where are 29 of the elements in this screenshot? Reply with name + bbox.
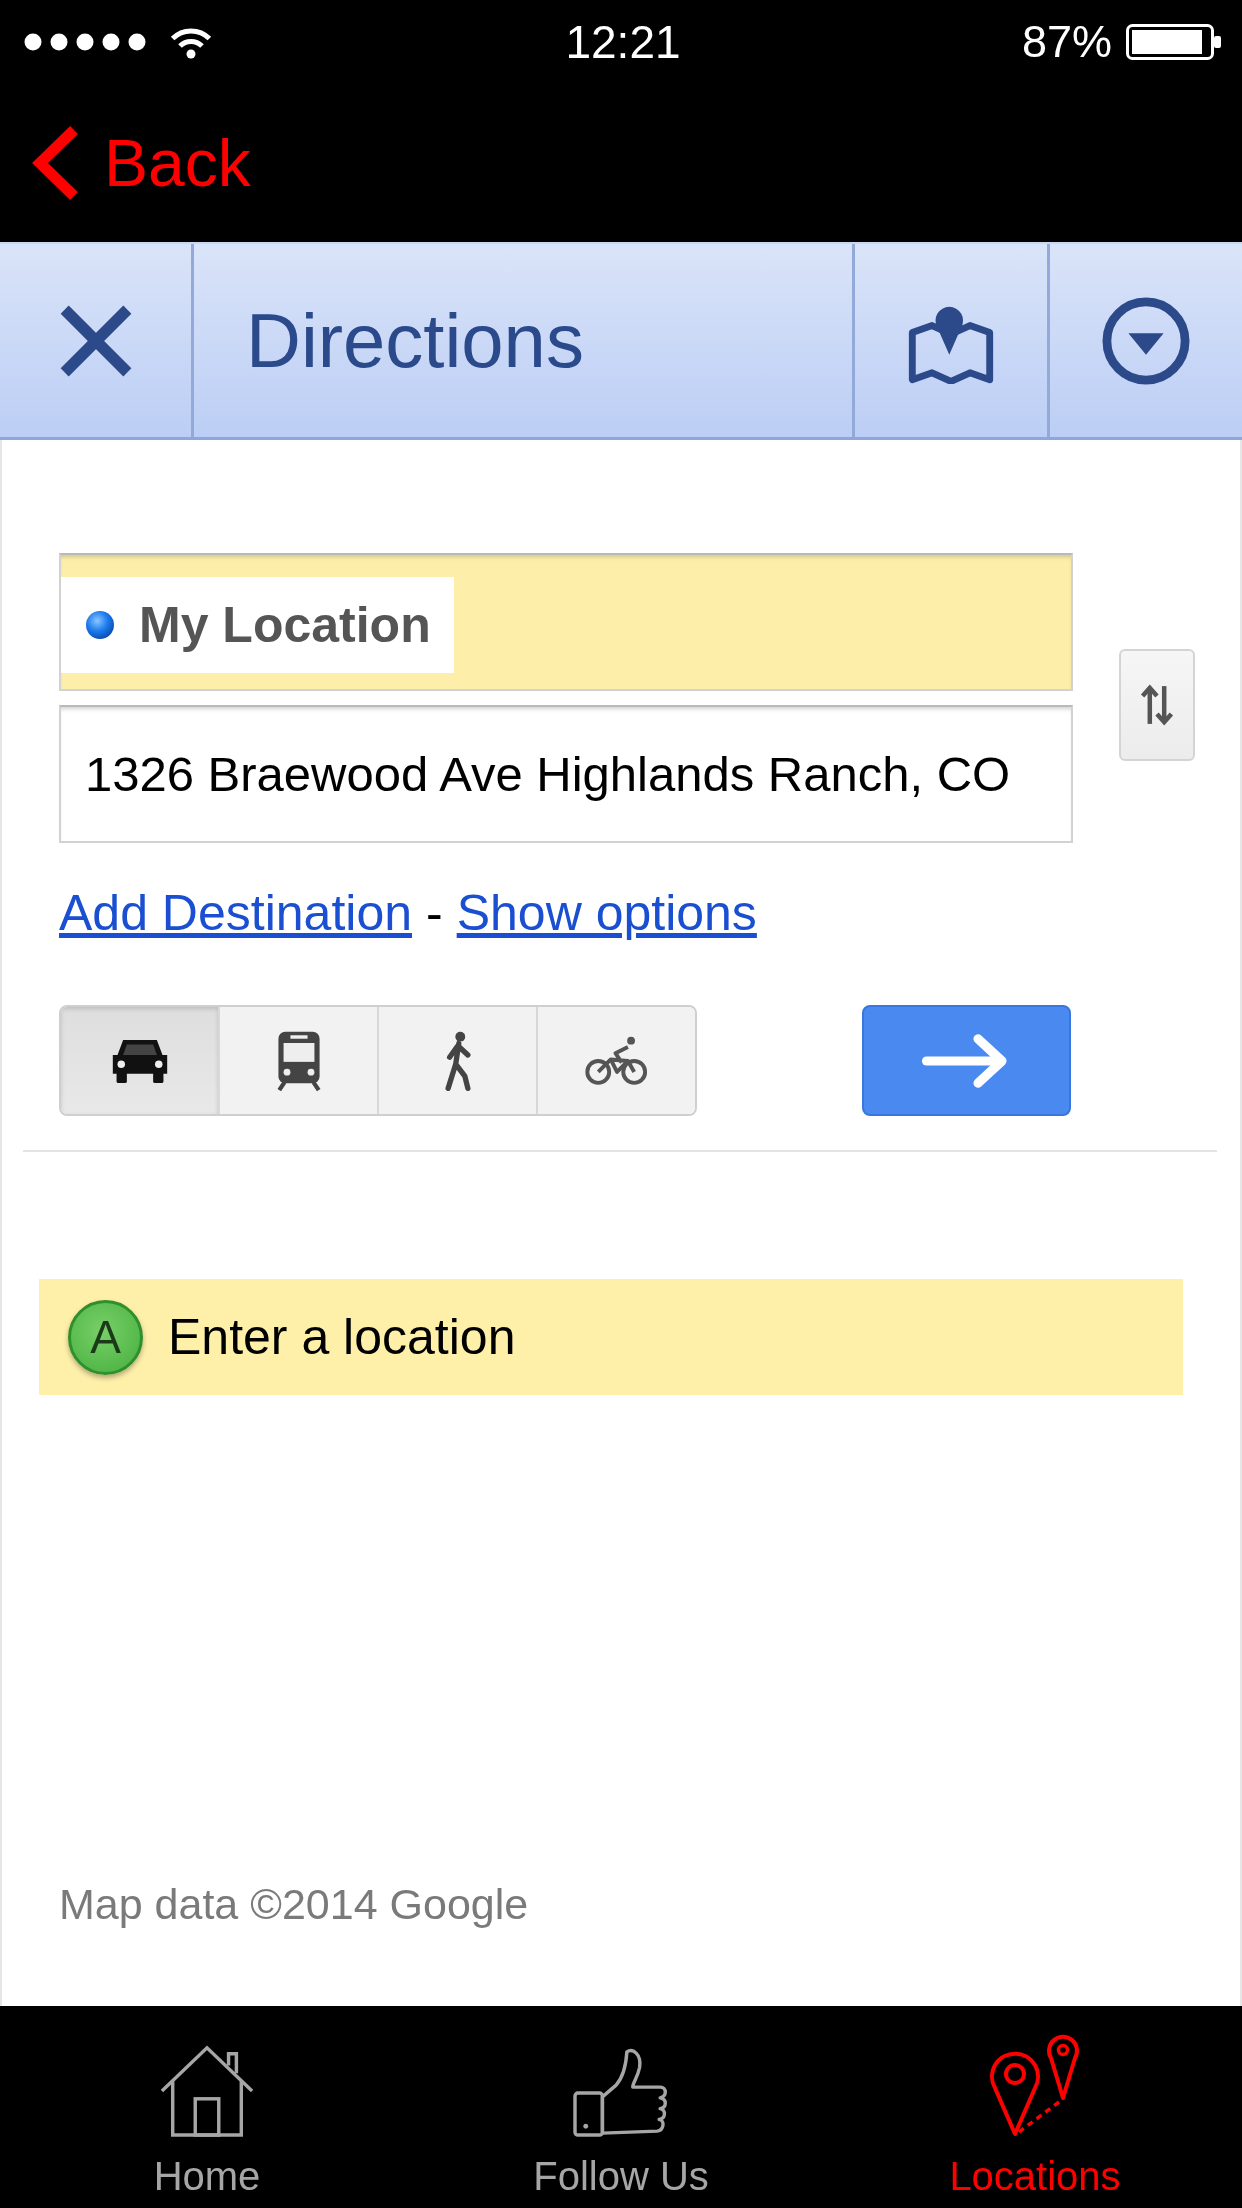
show-options-link[interactable]: Show options [456,883,757,943]
swap-arrows-icon [1139,683,1175,727]
location-field[interactable]: My Location [59,553,1073,691]
tab-bar-item[interactable]: Follow Us [414,2006,828,2208]
suggestion-text: Enter a location [168,1308,516,1367]
suggestion-row[interactable]: A Enter a location [39,1279,1183,1395]
add-destination-link[interactable]: Add Destination [59,883,412,943]
attribution-text: Map data ©2014 Google [59,1879,529,1930]
status-time: 12:21 [565,16,681,68]
tab-bar-item[interactable]: Locations [828,2006,1242,2208]
battery-percent: 87% [1021,16,1112,68]
battery-icon [1126,24,1222,60]
swap-button[interactable] [1119,649,1195,761]
separator-text: - [426,884,443,943]
travel-mode-button[interactable] [220,1007,379,1114]
back-button[interactable]: Back [30,123,251,203]
dropdown-icon [1102,296,1190,385]
chip-label: My Location [139,596,431,655]
bicycle-icon [583,1035,650,1086]
go-button[interactable] [862,1005,1071,1116]
tab-bar-item[interactable]: Home [0,2006,414,2208]
travel-mode-button[interactable] [538,1007,695,1114]
location-dot-icon [85,610,115,640]
travel-mode-button[interactable] [61,1007,220,1114]
thumbs-up-icon [572,2046,670,2138]
location-field[interactable]: 1326 Braewood Ave Highlands Ranch, CO [59,705,1073,843]
page-title: Directions [246,296,584,385]
waypoint-marker: A [68,1299,143,1375]
travel-mode-button[interactable] [379,1007,538,1114]
